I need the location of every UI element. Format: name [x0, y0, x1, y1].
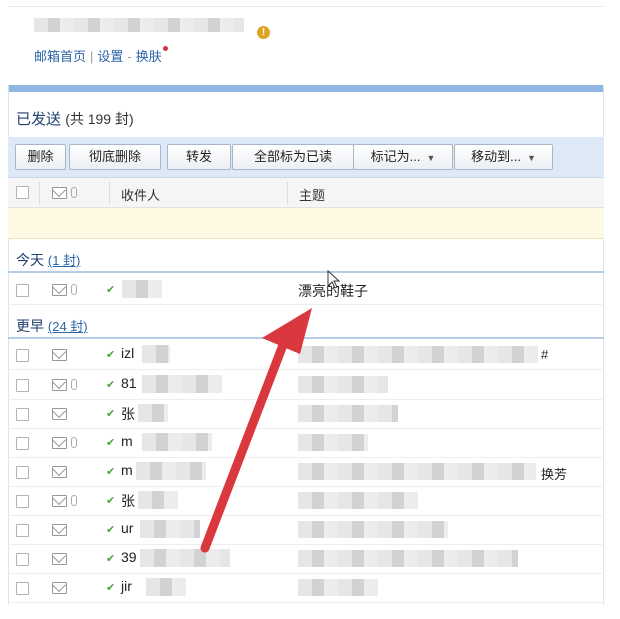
arrow-head: [262, 308, 312, 354]
annotation-arrow: [200, 308, 312, 553]
mouse-cursor-icon: [327, 270, 341, 289]
arrow-shaft: [200, 340, 288, 553]
